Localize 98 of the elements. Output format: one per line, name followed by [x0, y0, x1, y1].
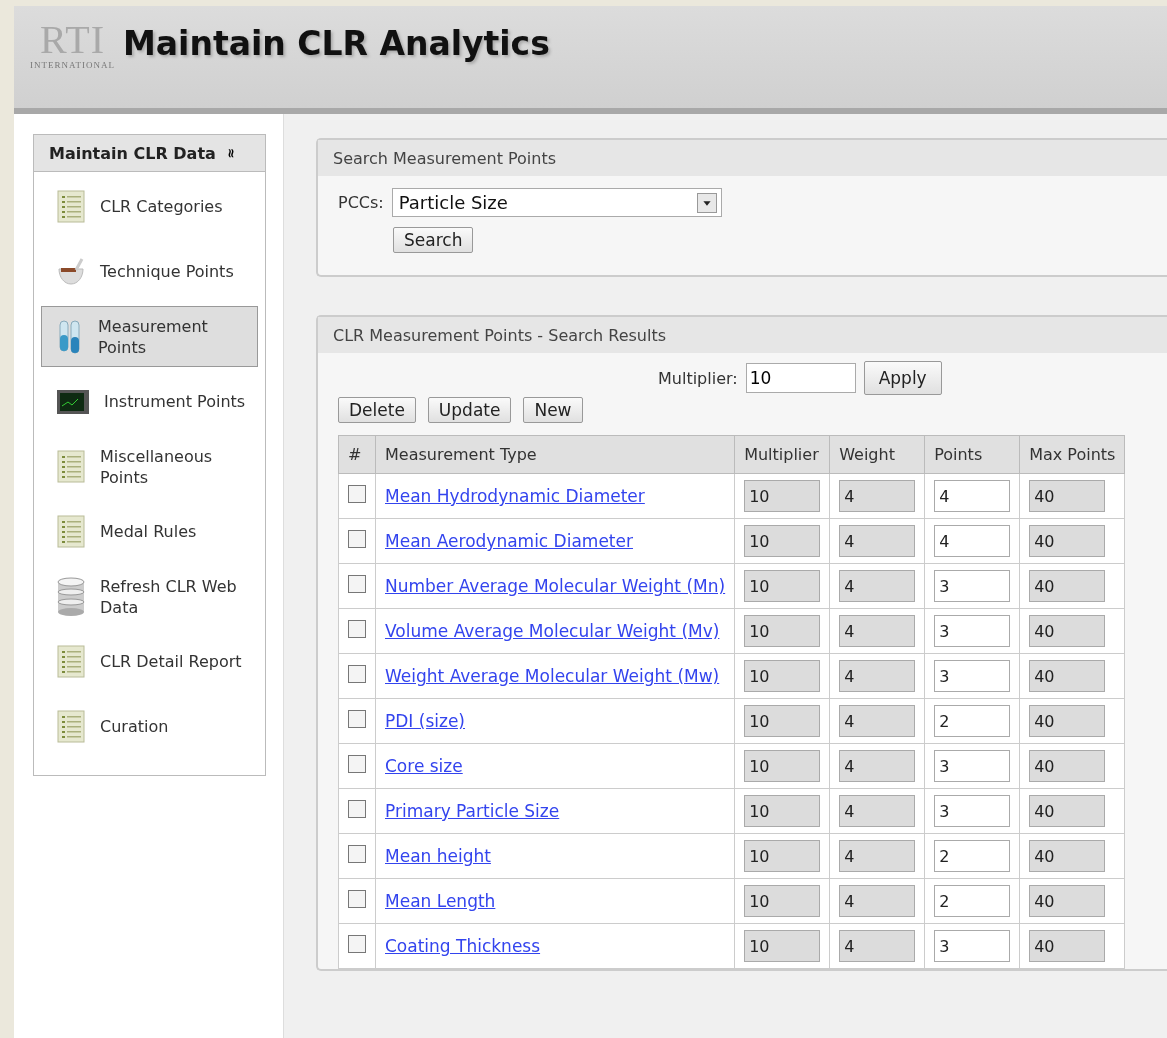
list-icon — [56, 709, 86, 744]
readonly-field[interactable]: 40 — [1029, 705, 1106, 737]
points-input[interactable]: 3 — [934, 930, 1011, 962]
readonly-field[interactable]: 4 — [839, 480, 916, 512]
field-label: Multiplier: — [658, 368, 738, 388]
column-header: Weight — [829, 435, 925, 474]
readonly-field[interactable]: 10 — [744, 750, 821, 782]
collapse-icon[interactable]: ≈ — [223, 147, 239, 159]
row-checkbox[interactable] — [348, 575, 366, 593]
measurement-link[interactable]: Coating Thickness — [385, 936, 541, 956]
readonly-field[interactable]: 4 — [839, 795, 916, 827]
sidebar-item[interactable]: Refresh CLR Web Data — [41, 566, 258, 627]
readonly-field[interactable]: 40 — [1029, 930, 1106, 962]
panel-title: Search Measurement Points — [318, 140, 1167, 176]
sidebar-item[interactable]: Technique Points — [41, 241, 258, 302]
multiplier-input[interactable]: 10 — [745, 363, 856, 393]
measurement-link[interactable]: Mean Length — [385, 891, 496, 911]
column-header: # — [338, 435, 376, 474]
column-header: Measurement Type — [375, 435, 735, 474]
row-checkbox[interactable] — [348, 800, 366, 818]
readonly-field[interactable]: 4 — [839, 930, 916, 962]
readonly-field[interactable]: 10 — [744, 615, 821, 647]
sidebar-item[interactable]: CLR Categories — [41, 176, 258, 237]
sidebar-item[interactable]: Curation — [41, 696, 258, 757]
readonly-field[interactable]: 10 — [744, 660, 821, 692]
row-checkbox[interactable] — [348, 620, 366, 638]
readonly-field[interactable]: 4 — [839, 660, 916, 692]
column-header: Multiplier — [734, 435, 830, 474]
search-button[interactable]: Search — [393, 227, 474, 253]
column-header: Max Points — [1019, 435, 1125, 474]
list-icon — [56, 514, 86, 549]
readonly-field[interactable]: 10 — [744, 480, 821, 512]
row-checkbox[interactable] — [348, 485, 366, 503]
sidebar-header[interactable]: Maintain CLR Data ≈ — [34, 135, 265, 172]
readonly-field[interactable]: 10 — [744, 885, 821, 917]
page-title: Maintain CLR Analytics — [123, 24, 550, 63]
row-checkbox[interactable] — [348, 845, 366, 863]
sidebar-item[interactable]: Miscellaneous Points — [41, 436, 258, 497]
readonly-field[interactable]: 40 — [1029, 660, 1106, 692]
readonly-field[interactable]: 10 — [744, 705, 821, 737]
points-input[interactable]: 2 — [934, 840, 1011, 872]
readonly-field[interactable]: 40 — [1029, 750, 1106, 782]
readonly-field[interactable]: 10 — [744, 930, 821, 962]
readonly-field[interactable]: 4 — [839, 525, 916, 557]
list-icon — [56, 449, 86, 484]
readonly-field[interactable]: 40 — [1029, 570, 1106, 602]
list-icon — [56, 189, 86, 224]
points-input[interactable]: 2 — [934, 885, 1011, 917]
points-input[interactable]: 3 — [934, 570, 1011, 602]
readonly-field[interactable]: 10 — [744, 525, 821, 557]
readonly-field[interactable]: 40 — [1029, 840, 1106, 872]
readonly-field[interactable]: 10 — [744, 840, 821, 872]
measurement-link[interactable]: PDI (size) — [385, 711, 465, 731]
pccs-dropdown[interactable]: Particle Size — [391, 188, 722, 217]
points-input[interactable]: 2 — [934, 705, 1011, 737]
readonly-field[interactable]: 40 — [1029, 795, 1106, 827]
measurement-link[interactable]: Mean height — [385, 846, 491, 866]
list-icon — [56, 644, 86, 679]
readonly-field[interactable]: 40 — [1029, 615, 1106, 647]
database-icon — [56, 576, 86, 617]
points-input[interactable]: 3 — [934, 750, 1011, 782]
points-input[interactable]: 3 — [934, 615, 1011, 647]
sidebar-title: Maintain CLR Data — [49, 143, 216, 163]
readonly-field[interactable]: 4 — [839, 885, 916, 917]
panel-title: CLR Measurement Points - Search Results — [318, 317, 1167, 353]
action-button[interactable]: Update — [427, 397, 512, 423]
readonly-field[interactable]: 4 — [839, 750, 916, 782]
action-button[interactable]: New — [523, 397, 583, 423]
sidebar-item[interactable]: CLR Detail Report — [41, 631, 258, 692]
readonly-field[interactable]: 10 — [744, 795, 821, 827]
row-checkbox[interactable] — [348, 890, 366, 908]
readonly-field[interactable]: 40 — [1029, 525, 1106, 557]
readonly-field[interactable]: 4 — [839, 840, 916, 872]
apply-button[interactable]: Apply — [863, 361, 942, 395]
sidebar-item[interactable]: Measurement Points — [41, 306, 258, 367]
row-checkbox[interactable] — [348, 530, 366, 548]
points-input[interactable]: 3 — [934, 795, 1011, 827]
sidebar-item[interactable]: Instrument Points — [41, 371, 258, 432]
field-label: PCCs: — [338, 193, 384, 212]
readonly-field[interactable]: 4 — [839, 705, 916, 737]
measurement-link[interactable]: Core size — [385, 756, 463, 776]
readonly-field[interactable]: 4 — [839, 570, 916, 602]
sidebar-item[interactable]: Medal Rules — [41, 501, 258, 562]
row-checkbox[interactable] — [348, 935, 366, 953]
mortar-icon — [56, 257, 86, 286]
column-header: Points — [924, 435, 1020, 474]
points-input[interactable]: 3 — [934, 660, 1011, 692]
action-button[interactable]: Delete — [338, 397, 416, 423]
row-checkbox[interactable] — [348, 755, 366, 773]
readonly-field[interactable]: 40 — [1029, 885, 1106, 917]
row-checkbox[interactable] — [348, 710, 366, 728]
monitor-icon — [56, 387, 90, 416]
row-checkbox[interactable] — [348, 665, 366, 683]
readonly-field[interactable]: 4 — [839, 615, 916, 647]
readonly-field[interactable]: 40 — [1029, 480, 1106, 512]
points-input[interactable]: 4 — [934, 480, 1011, 512]
points-input[interactable]: 4 — [934, 525, 1011, 557]
readonly-field[interactable]: 10 — [744, 570, 821, 602]
